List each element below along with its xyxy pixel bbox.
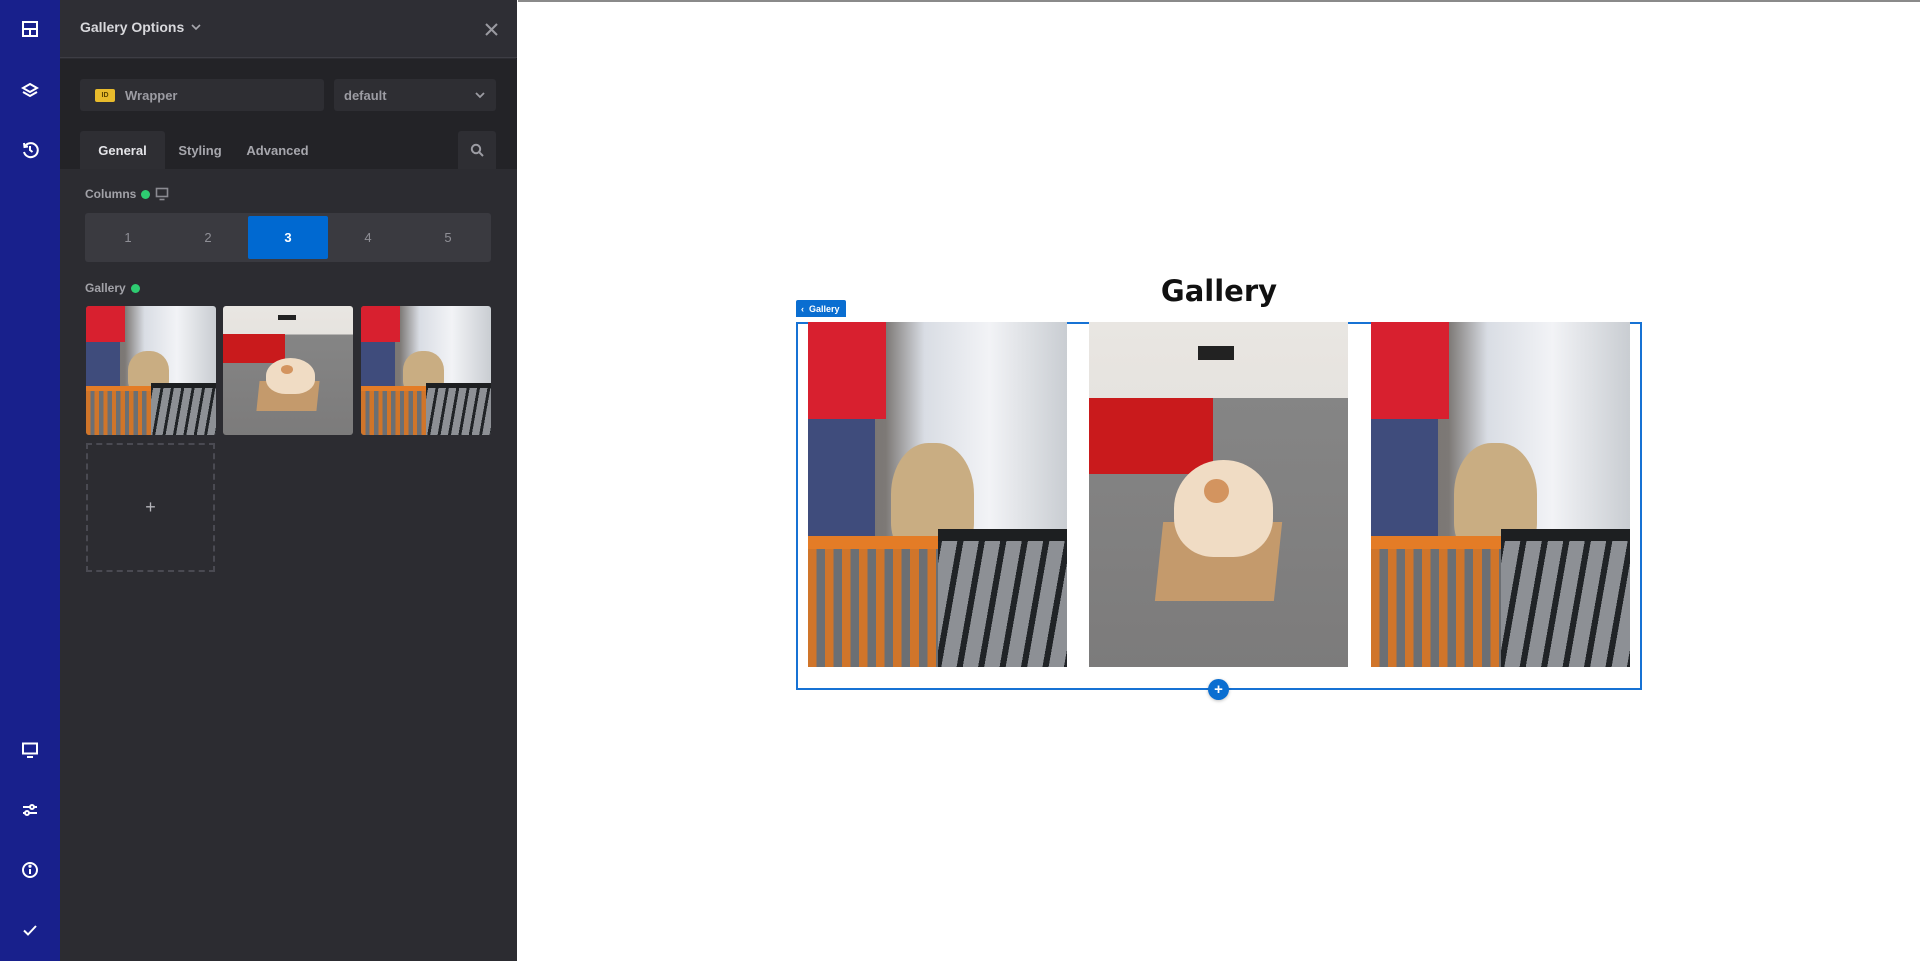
add-element-button[interactable]: + <box>1208 679 1229 700</box>
chevron-down-icon <box>475 92 485 99</box>
status-dot <box>141 189 151 199</box>
cat-photo <box>223 306 353 435</box>
settings-button[interactable] <box>0 790 60 830</box>
element-label[interactable]: ‹ Gallery <box>796 300 846 317</box>
layers-icon <box>21 82 39 98</box>
columns-option-3[interactable]: 3 <box>248 216 328 259</box>
style-preset-value: default <box>344 87 387 103</box>
tabs: General Styling Advanced <box>80 131 496 169</box>
dog-photo <box>361 306 491 435</box>
history-icon <box>23 142 39 159</box>
element-label-text: Gallery <box>809 303 840 314</box>
gallery-thumbnail[interactable] <box>223 306 353 435</box>
gallery-image[interactable] <box>808 322 1067 667</box>
search-button[interactable] <box>458 131 496 169</box>
columns-option-5[interactable]: 5 <box>408 216 488 259</box>
element-name: Wrapper <box>125 87 178 103</box>
gallery-image[interactable] <box>1089 322 1348 667</box>
panel-body: Columns 1 2 3 4 5 Gallery + <box>60 169 517 961</box>
dog-photo <box>808 322 1067 667</box>
dog-photo <box>1371 322 1630 667</box>
panel-top: ID Wrapper default General Styling Advan… <box>60 59 517 169</box>
columns-option-1[interactable]: 1 <box>88 216 168 259</box>
check-icon <box>23 925 37 936</box>
columns-selector: 1 2 3 4 5 <box>85 213 491 262</box>
close-icon <box>484 22 498 36</box>
info-icon <box>22 862 38 878</box>
add-image-button[interactable]: + <box>86 443 215 572</box>
layers-button[interactable] <box>0 70 60 110</box>
monitor-icon <box>22 742 38 758</box>
layout-grid-icon <box>22 21 38 37</box>
status-dot <box>130 283 140 293</box>
search-icon <box>470 143 484 157</box>
columns-label: Columns <box>85 187 137 201</box>
monitor-icon <box>156 187 169 201</box>
gallery-field-label: Gallery <box>85 281 140 295</box>
style-preset-select[interactable]: default <box>334 79 496 111</box>
close-button[interactable] <box>481 19 501 39</box>
icon-sidebar <box>0 0 60 961</box>
page-heading[interactable]: Gallery <box>518 274 1920 308</box>
save-button[interactable] <box>0 910 60 950</box>
dog-photo <box>86 306 216 435</box>
tab-general[interactable]: General <box>80 131 165 169</box>
gallery-image[interactable] <box>1371 322 1630 667</box>
columns-option-4[interactable]: 4 <box>328 216 408 259</box>
tab-styling[interactable]: Styling <box>165 131 235 169</box>
cat-photo <box>1089 322 1348 667</box>
sliders-icon <box>23 804 37 816</box>
history-button[interactable] <box>0 130 60 170</box>
responsive-button[interactable] <box>0 730 60 770</box>
panel-title-dropdown[interactable]: Gallery Options <box>80 19 202 35</box>
options-panel: Gallery Options ID Wrapper default Gener… <box>60 0 517 961</box>
gallery-thumbnail[interactable] <box>361 306 491 435</box>
gallery-thumbnail[interactable] <box>86 306 216 435</box>
elements-button[interactable] <box>0 9 60 49</box>
info-button[interactable] <box>0 850 60 890</box>
panel-title: Gallery Options <box>80 19 185 35</box>
chevron-down-icon <box>191 24 201 31</box>
element-id-field[interactable]: ID Wrapper <box>80 79 324 111</box>
tab-advanced[interactable]: Advanced <box>235 131 320 169</box>
gallery-label: Gallery <box>85 281 126 295</box>
columns-option-2[interactable]: 2 <box>168 216 248 259</box>
app: Gallery Options ID Wrapper default Gener… <box>0 0 1920 961</box>
responsive-toggle[interactable] <box>155 187 169 201</box>
columns-field-label: Columns <box>85 187 169 201</box>
id-badge: ID <box>95 88 115 102</box>
chevron-left-icon: ‹ <box>801 303 804 314</box>
panel-header: Gallery Options <box>60 0 517 58</box>
